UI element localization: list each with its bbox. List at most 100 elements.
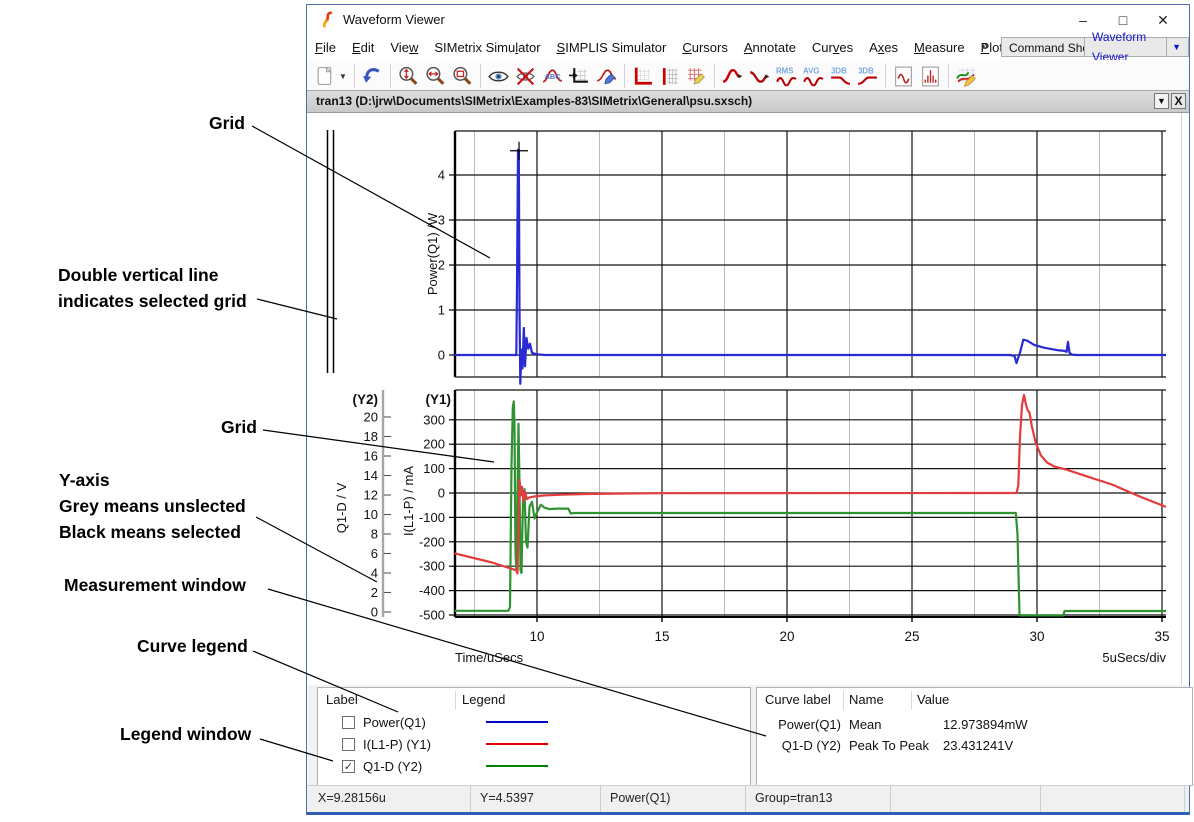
- status-field: Group=tran13: [746, 786, 891, 812]
- legend-line-sample: [486, 743, 548, 745]
- zoom-y-icon: [397, 65, 420, 88]
- menu-simplis-simulator[interactable]: SIMPLIS Simulator: [549, 40, 675, 55]
- menu-bar: FileEditViewSIMetrix SimulatorSIMPLIS Si…: [307, 35, 1189, 60]
- show-curve-button[interactable]: [485, 63, 512, 90]
- new-document-icon: [314, 65, 337, 88]
- plot-doc-button[interactable]: [890, 63, 917, 90]
- undo-icon: [361, 65, 384, 88]
- curve-label-button[interactable]: ABC: [539, 63, 566, 90]
- split-grid-button[interactable]: [656, 63, 683, 90]
- edit-curve-button[interactable]: [593, 63, 620, 90]
- new-document-dropdown[interactable]: ▼: [339, 72, 347, 81]
- zoom-x-button[interactable]: [422, 63, 449, 90]
- db3-low-icon: 3DB: [829, 65, 852, 88]
- waveform-viewer-window: Waveform Viewer – □ ✕ FileEditViewSIMetr…: [306, 4, 1190, 815]
- chevron-down-icon[interactable]: ▼: [1166, 37, 1181, 57]
- svg-text:3DB: 3DB: [831, 66, 847, 75]
- grid-bottom-label: Grid: [221, 414, 257, 440]
- tab-title[interactable]: tran13 (D:\jrw\Documents\SIMetrix\Exampl…: [316, 91, 752, 112]
- toolbar: ▼ ABC RMS AVG 3DB 3DB: [307, 60, 1189, 93]
- legend-col-legend: Legend: [462, 692, 505, 707]
- menu-view[interactable]: View: [382, 40, 426, 55]
- measure-name: Peak To Peak: [849, 738, 941, 753]
- grid-top-label: Grid: [209, 110, 245, 136]
- measure-curve: Q1-D (Y2): [763, 738, 841, 753]
- legend-checkbox[interactable]: ✓: [342, 760, 355, 773]
- menu-file[interactable]: File: [307, 40, 344, 55]
- undo-button[interactable]: [359, 63, 386, 90]
- tab-close-button[interactable]: X: [1171, 93, 1186, 109]
- edit-grid-button[interactable]: [683, 63, 710, 90]
- toolbar-separator: [390, 64, 391, 88]
- legend-curve-label[interactable]: I(L1-P) (Y1): [363, 737, 431, 752]
- avg-icon: AVG: [802, 65, 825, 88]
- legend-window: Label Legend Power(Q1)I(L1-P) (Y1)✓Q1-D …: [317, 687, 751, 786]
- menu-simetrix-simulator[interactable]: SIMetrix Simulator: [426, 40, 548, 55]
- menu-annotate[interactable]: Annotate: [736, 40, 804, 55]
- legend-row: Power(Q1): [342, 712, 426, 732]
- toolbar-separator: [885, 64, 886, 88]
- curve-label-icon: ABC: [541, 65, 564, 88]
- measurement-row[interactable]: Power(Q1)Mean12.973894mW: [757, 714, 1028, 734]
- menu-curves[interactable]: Curves: [804, 40, 861, 55]
- edit-grid-icon: [685, 65, 708, 88]
- split-grid-icon: [658, 65, 681, 88]
- waveform-viewer-button[interactable]: Waveform Viewer ▼: [1084, 37, 1189, 57]
- tab-list-dropdown-button[interactable]: ▼: [1154, 93, 1169, 109]
- menu-axes[interactable]: Axes: [861, 40, 906, 55]
- new-document-button[interactable]: [312, 63, 339, 90]
- hide-curve-icon: [514, 65, 537, 88]
- menu-overflow-chevron[interactable]: »: [981, 38, 988, 53]
- add-grid-button[interactable]: [629, 63, 656, 90]
- plot-doc-icon: [892, 65, 915, 88]
- measure-col-curve: Curve label: [765, 692, 831, 707]
- menu-edit[interactable]: Edit: [344, 40, 382, 55]
- zoom-y-button[interactable]: [395, 63, 422, 90]
- rms-button[interactable]: RMS: [773, 63, 800, 90]
- svg-text:RMS: RMS: [776, 66, 793, 75]
- rms-icon: RMS: [775, 65, 798, 88]
- y-axis-note-label: Y-axisGrey means unslectedBlack means se…: [59, 467, 246, 545]
- legend-curve-label[interactable]: Power(Q1): [363, 715, 426, 730]
- status-field: [891, 786, 1041, 812]
- toolbar-separator: [624, 64, 625, 88]
- zoom-box-icon: [451, 65, 474, 88]
- legend-row: I(L1-P) (Y1): [342, 734, 431, 754]
- toolbar-separator: [948, 64, 949, 88]
- plot-area[interactable]: [308, 113, 1188, 685]
- zoom-box-button[interactable]: [449, 63, 476, 90]
- derivative-curve-button[interactable]: [746, 63, 773, 90]
- title-bar[interactable]: Waveform Viewer – □ ✕: [307, 5, 1189, 35]
- status-field: Y=4.5397: [471, 786, 601, 812]
- hide-curve-button[interactable]: [512, 63, 539, 90]
- smooth-curve-button[interactable]: [719, 63, 746, 90]
- legend-checkbox[interactable]: [342, 716, 355, 729]
- measurement-row[interactable]: Q1-D (Y2)Peak To Peak23.431241V: [757, 735, 1013, 755]
- status-field: [1041, 786, 1185, 812]
- db3-high-button[interactable]: 3DB: [854, 63, 881, 90]
- db3-high-icon: 3DB: [856, 65, 879, 88]
- legend-row: ✓ Q1-D (Y2): [342, 756, 422, 776]
- legend-line-sample: [486, 765, 548, 767]
- toolbar-separator: [714, 64, 715, 88]
- edit-plot-button[interactable]: [953, 63, 980, 90]
- add-grid-icon: [631, 65, 654, 88]
- db3-low-button[interactable]: 3DB: [827, 63, 854, 90]
- legend-checkbox[interactable]: [342, 738, 355, 751]
- measurement-window-note-label: Measurement window: [64, 572, 246, 598]
- edit-curve-icon: [595, 65, 618, 88]
- status-field: X=9.28156u: [309, 786, 471, 812]
- legend-curve-label[interactable]: Q1-D (Y2): [363, 759, 422, 774]
- status-bar: X=9.28156uY=4.5397Power(Q1)Group=tran13: [307, 785, 1189, 812]
- plot-tab-bar: tran13 (D:\jrw\Documents\SIMetrix\Exampl…: [307, 90, 1189, 113]
- add-axis-button[interactable]: [566, 63, 593, 90]
- avg-button[interactable]: AVG: [800, 63, 827, 90]
- smooth-curve-icon: [721, 65, 744, 88]
- menu-items: FileEditViewSIMetrix SimulatorSIMPLIS Si…: [307, 40, 1011, 55]
- menu-measure[interactable]: Measure: [906, 40, 973, 55]
- fft-doc-button[interactable]: [917, 63, 944, 90]
- curve-legend-note-label: Curve legend: [137, 633, 248, 659]
- status-field: Power(Q1): [601, 786, 746, 812]
- toolbar-separator: [354, 64, 355, 88]
- menu-cursors[interactable]: Cursors: [674, 40, 736, 55]
